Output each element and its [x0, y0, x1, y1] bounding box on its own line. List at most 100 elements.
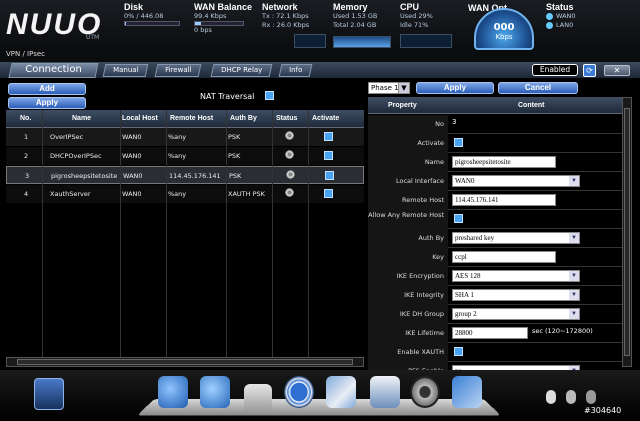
chevron-down-icon[interactable]: ▼ — [569, 271, 579, 281]
activate-checkbox[interactable] — [324, 151, 333, 160]
storage-icon[interactable] — [586, 390, 596, 404]
chevron-down-icon[interactable]: ▼ — [569, 309, 579, 319]
property-label: IKE Lifetime — [368, 324, 448, 343]
cancel-button[interactable]: Cancel — [498, 82, 578, 94]
network-rx: Rx : 26.0 Kbps — [262, 21, 310, 29]
property-input[interactable]: ccpl — [452, 251, 556, 263]
property-select[interactable]: group 2 ▼ — [452, 308, 580, 320]
tab-manual[interactable]: Manual — [102, 64, 149, 77]
col-divider — [272, 110, 273, 357]
property-select[interactable]: SHA 1 ▼ — [452, 289, 580, 301]
chevron-down-icon[interactable]: ▼ — [569, 233, 579, 243]
network-tx: Tx : 72.1 Kbps — [262, 12, 309, 20]
table-row[interactable]: 2 DHCPOverIPSec WAN0 %any PSK — [6, 147, 364, 165]
power-icon[interactable] — [546, 390, 556, 404]
property-checkbox[interactable] — [454, 347, 463, 356]
puzzle-icon[interactable] — [452, 376, 482, 408]
row-remote-host: %any — [168, 152, 187, 160]
row-auth-by: PSK — [228, 133, 241, 141]
wan-balance-rate: 99.4 Kbps — [194, 12, 227, 20]
tab-info[interactable]: Info — [278, 64, 313, 77]
property-input[interactable]: 28800 — [452, 327, 528, 339]
row-remote-host: 114.45.176.141 — [169, 172, 221, 180]
property-label: No — [368, 115, 448, 134]
vpn-shield-icon[interactable] — [244, 384, 272, 412]
vertical-scrollbar[interactable] — [622, 97, 632, 367]
property-row: No 3 — [368, 115, 622, 134]
tab-dhcp-relay[interactable]: DHCP Relay — [210, 64, 273, 77]
lan0-status-icon — [546, 21, 553, 29]
wireless-icon[interactable] — [284, 376, 314, 408]
property-row: IKE Encryption AES 128 ▼ — [368, 267, 622, 286]
property-row: Local Interface WAN0 ▼ — [368, 172, 622, 191]
property-select[interactable]: WAN0 ▼ — [452, 175, 580, 187]
property-label: Remote Host — [368, 191, 448, 210]
row-remote-host: %any — [168, 133, 187, 141]
restart-icon[interactable] — [566, 390, 576, 404]
col-divider — [42, 110, 43, 357]
chevron-down-icon[interactable]: ▼ — [569, 176, 579, 186]
cpu-used: Used 29% — [400, 12, 433, 20]
horizontal-scrollbar[interactable] — [6, 357, 364, 367]
memory-total: Total 2.04 GB — [333, 21, 377, 29]
table-row[interactable]: 1 OverIPSec WAN0 %any PSK — [6, 128, 364, 146]
disk-progress-bar — [124, 21, 180, 26]
enabled-toggle-icon[interactable]: ⟳ — [583, 64, 596, 77]
breadcrumb: VPN / IPsec — [0, 50, 640, 62]
property-select[interactable]: AES 128 ▼ — [452, 270, 580, 282]
cpu-stat: CPU Used 29% Idle 71% — [400, 2, 433, 30]
wan-globe-icon[interactable] — [158, 376, 188, 408]
chevron-down-icon[interactable]: ▼ — [569, 290, 579, 300]
cpu-idle: Idle 71% — [400, 21, 429, 29]
wan-balance-stat: WAN Balance 99.4 Kbps 0 bps — [194, 2, 252, 35]
col-status: Status — [276, 115, 298, 122]
col-divider — [166, 110, 167, 357]
property-label: IKE Encryption — [368, 267, 448, 286]
exit-icon[interactable] — [34, 378, 64, 410]
table-row[interactable]: 4 XauthServer WAN0 %any XAUTH PSK — [6, 185, 364, 203]
col-auth-by: Auth By — [230, 115, 257, 122]
col-property: Property — [388, 102, 417, 109]
col-content: Content — [518, 102, 545, 109]
property-label: Allow Any Remote Host — [368, 210, 448, 229]
memory-graph — [333, 36, 391, 48]
activate-checkbox[interactable] — [325, 171, 334, 180]
tab-connection[interactable]: Connection — [8, 63, 99, 78]
property-input[interactable]: pigrosheepsitetosite — [452, 156, 556, 168]
row-local-host: WAN0 — [123, 172, 143, 180]
nat-traversal-checkbox[interactable] — [265, 91, 274, 100]
report-icon[interactable] — [370, 376, 400, 408]
property-checkbox[interactable] — [454, 214, 463, 223]
apply-button[interactable]: Apply — [8, 97, 86, 109]
activate-checkbox[interactable] — [324, 132, 333, 141]
status-wan0: WAN0 — [546, 12, 576, 21]
memory-title: Memory — [333, 2, 368, 12]
property-label: Activate — [368, 134, 448, 153]
wan0-status-icon — [546, 12, 553, 20]
wan-opt-gauge-value: 000 Kbps — [493, 22, 515, 41]
activate-checkbox[interactable] — [324, 189, 333, 198]
phase-apply-button[interactable]: Apply — [416, 82, 494, 94]
network-stat: Network Tx : 72.1 Kbps Rx : 26.0 Kbps — [262, 2, 309, 30]
chevron-down-icon[interactable]: ▼ — [398, 82, 410, 94]
property-row: Auth By preshared key ▼ — [368, 229, 622, 248]
lan-globe-icon[interactable] — [200, 376, 230, 408]
tools-icon[interactable] — [326, 376, 356, 408]
property-checkbox[interactable] — [454, 138, 463, 147]
col-divider — [120, 110, 121, 357]
close-button[interactable]: ✕ — [604, 65, 630, 76]
row-auth-by: PSK — [228, 152, 241, 160]
row-name: OverIPSec — [50, 133, 84, 141]
property-label: Enable XAUTH — [368, 343, 448, 362]
property-select[interactable]: preshared key ▼ — [452, 232, 580, 244]
col-divider — [226, 110, 227, 357]
property-input[interactable]: 114.45.176.141 — [452, 194, 556, 206]
tab-firewall[interactable]: Firewall — [154, 64, 202, 77]
status-lan0: LAN0 — [546, 21, 576, 30]
property-row: IKE Integrity SHA 1 ▼ — [368, 286, 622, 305]
property-label: IKE DH Group — [368, 305, 448, 324]
table-row-selected[interactable]: 3 pigrosheepsitetosite WAN0 114.45.176.1… — [6, 166, 364, 184]
add-button[interactable]: Add — [8, 83, 86, 95]
dock-shelf — [137, 399, 501, 416]
settings-gear-icon[interactable] — [410, 376, 440, 408]
